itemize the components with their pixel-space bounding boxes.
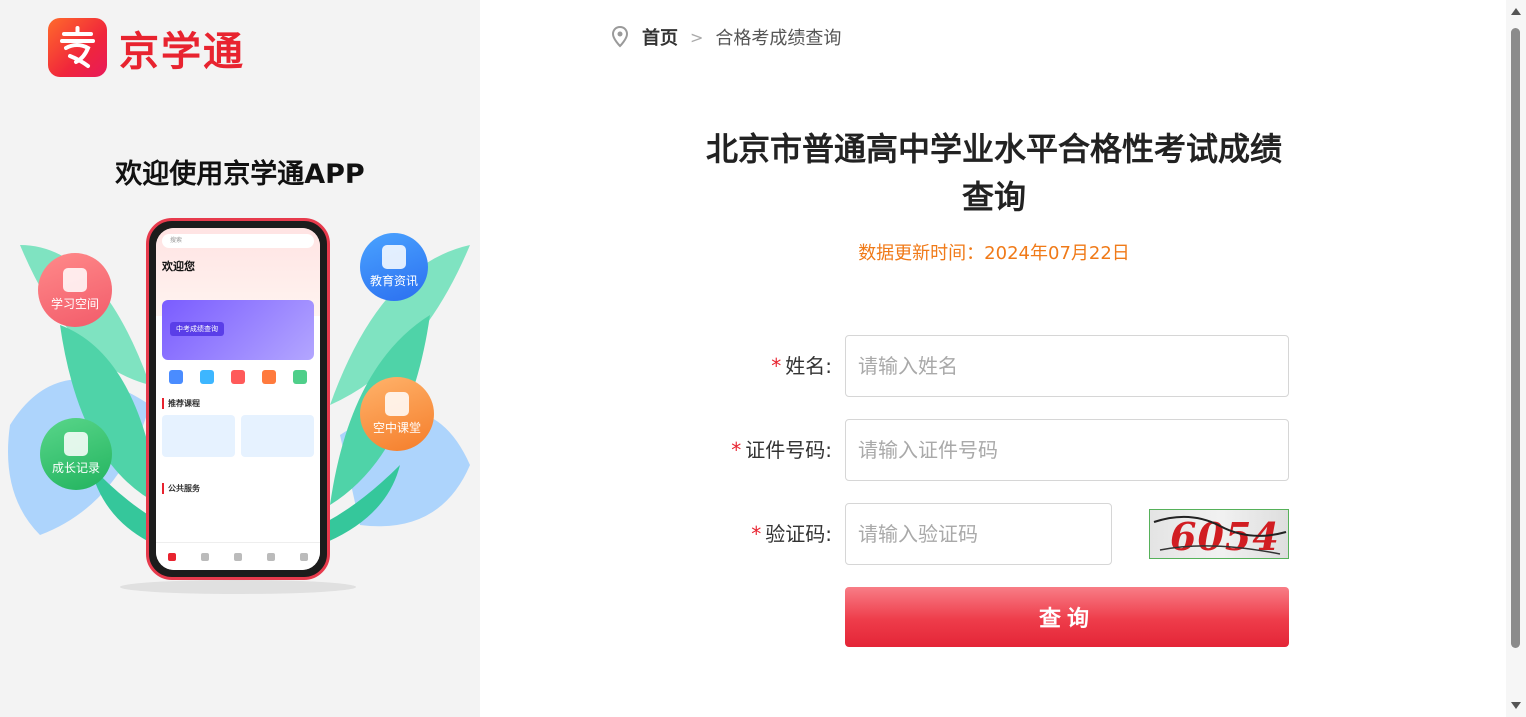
phone-banner: 中考成绩查询 bbox=[162, 300, 314, 360]
course-card bbox=[162, 415, 235, 457]
bubble-label: 成长记录 bbox=[51, 461, 100, 475]
news-bubble: 教育资讯 bbox=[360, 233, 428, 301]
page-title-line-1: 北京市普通高中学业水平合格性考试成绩 bbox=[705, 130, 1282, 168]
breadcrumb-current: 合格考成绩查询 bbox=[715, 28, 842, 49]
name-row: * 姓名: bbox=[680, 335, 1290, 397]
phone-section-title: 公共服务 bbox=[162, 483, 314, 494]
name-label-text: 姓名: bbox=[785, 354, 832, 378]
captcha-label: * 验证码: bbox=[751, 503, 832, 565]
vertical-scrollbar[interactable] bbox=[1506, 0, 1526, 717]
scrollbar-thumb[interactable] bbox=[1511, 28, 1520, 648]
study-space-bubble: 学习空间 bbox=[38, 253, 112, 327]
phone-screen: 搜索 欢迎您 中考成绩查询 推荐课程 公共服务 bbox=[156, 228, 320, 570]
id-number-input[interactable] bbox=[845, 419, 1289, 481]
app-icon bbox=[168, 370, 183, 384]
study-space-icon bbox=[63, 268, 87, 292]
breadcrumb-home-link[interactable]: 首页 bbox=[642, 24, 678, 50]
query-button[interactable]: 查询 bbox=[845, 587, 1289, 647]
welcome-heading: 欢迎使用京学通APP bbox=[115, 159, 365, 190]
bubble-label: 空中课堂 bbox=[372, 421, 421, 435]
classroom-bubble: 空中课堂 bbox=[360, 377, 434, 451]
tab-icon bbox=[266, 552, 275, 561]
app-icon bbox=[230, 370, 245, 384]
course-card bbox=[241, 415, 314, 457]
tab-icon bbox=[299, 552, 308, 561]
required-mark: * bbox=[771, 354, 782, 378]
chevron-right-icon: > bbox=[690, 27, 704, 47]
phone-icon-row bbox=[156, 370, 320, 384]
news-icon bbox=[382, 245, 406, 269]
breadcrumb: 首页 > 合格考成绩查询 bbox=[612, 24, 841, 50]
page-title: 北京市普通高中学业水平合格性考试成绩 查询 bbox=[680, 125, 1308, 221]
app-icon bbox=[199, 370, 214, 384]
phone-course-cards bbox=[162, 415, 314, 457]
tab-icon bbox=[233, 552, 242, 561]
id-number-label-text: 证件号码: bbox=[745, 438, 832, 462]
id-number-row: * 证件号码: bbox=[680, 419, 1290, 481]
growth-record-icon bbox=[64, 432, 88, 456]
growth-record-bubble: 成长记录 bbox=[40, 418, 112, 490]
phone-section-title: 推荐课程 bbox=[162, 398, 314, 409]
phone-search: 搜索 bbox=[162, 234, 314, 248]
phone-tabbar bbox=[156, 542, 320, 570]
brand-logo[interactable]: 京学通 bbox=[48, 18, 245, 77]
required-mark: * bbox=[731, 438, 742, 462]
phone-welcome: 欢迎您 bbox=[162, 260, 195, 273]
app-icon bbox=[293, 370, 308, 384]
captcha-noise-lines bbox=[1153, 515, 1287, 555]
bubble-label: 教育资讯 bbox=[369, 274, 418, 288]
tab-icon bbox=[201, 552, 210, 561]
classroom-icon bbox=[385, 392, 409, 416]
captcha-image[interactable]: 6054 bbox=[1149, 509, 1289, 559]
phone-mockup: 搜索 欢迎您 中考成绩查询 推荐课程 公共服务 bbox=[146, 218, 330, 580]
captcha-label-text: 验证码: bbox=[765, 522, 832, 546]
scroll-down-arrow-icon[interactable] bbox=[1511, 702, 1521, 709]
page-title-line-2: 查询 bbox=[961, 178, 1026, 216]
phone-shadow bbox=[120, 580, 356, 594]
location-pin-icon bbox=[612, 26, 628, 48]
name-label: * 姓名: bbox=[771, 335, 832, 397]
captcha-input[interactable] bbox=[845, 503, 1112, 565]
left-panel: 京学通 欢迎使用京学通APP 学习空间 教育资讯 空中课堂 成长记录 搜索 欢迎… bbox=[0, 0, 480, 717]
phone-banner-label: 中考成绩查询 bbox=[170, 322, 224, 336]
required-mark: * bbox=[751, 522, 762, 546]
tab-icon bbox=[168, 552, 177, 561]
name-input[interactable] bbox=[845, 335, 1289, 397]
scroll-up-arrow-icon[interactable] bbox=[1511, 8, 1521, 15]
bubble-label: 学习空间 bbox=[50, 297, 99, 311]
jingxuetong-logo-icon bbox=[48, 18, 107, 77]
id-number-label: * 证件号码: bbox=[731, 419, 832, 481]
update-time: 数据更新时间：2024年07月22日 bbox=[858, 243, 1130, 264]
app-icon bbox=[262, 370, 277, 384]
brand-name: 京学通 bbox=[119, 28, 245, 75]
